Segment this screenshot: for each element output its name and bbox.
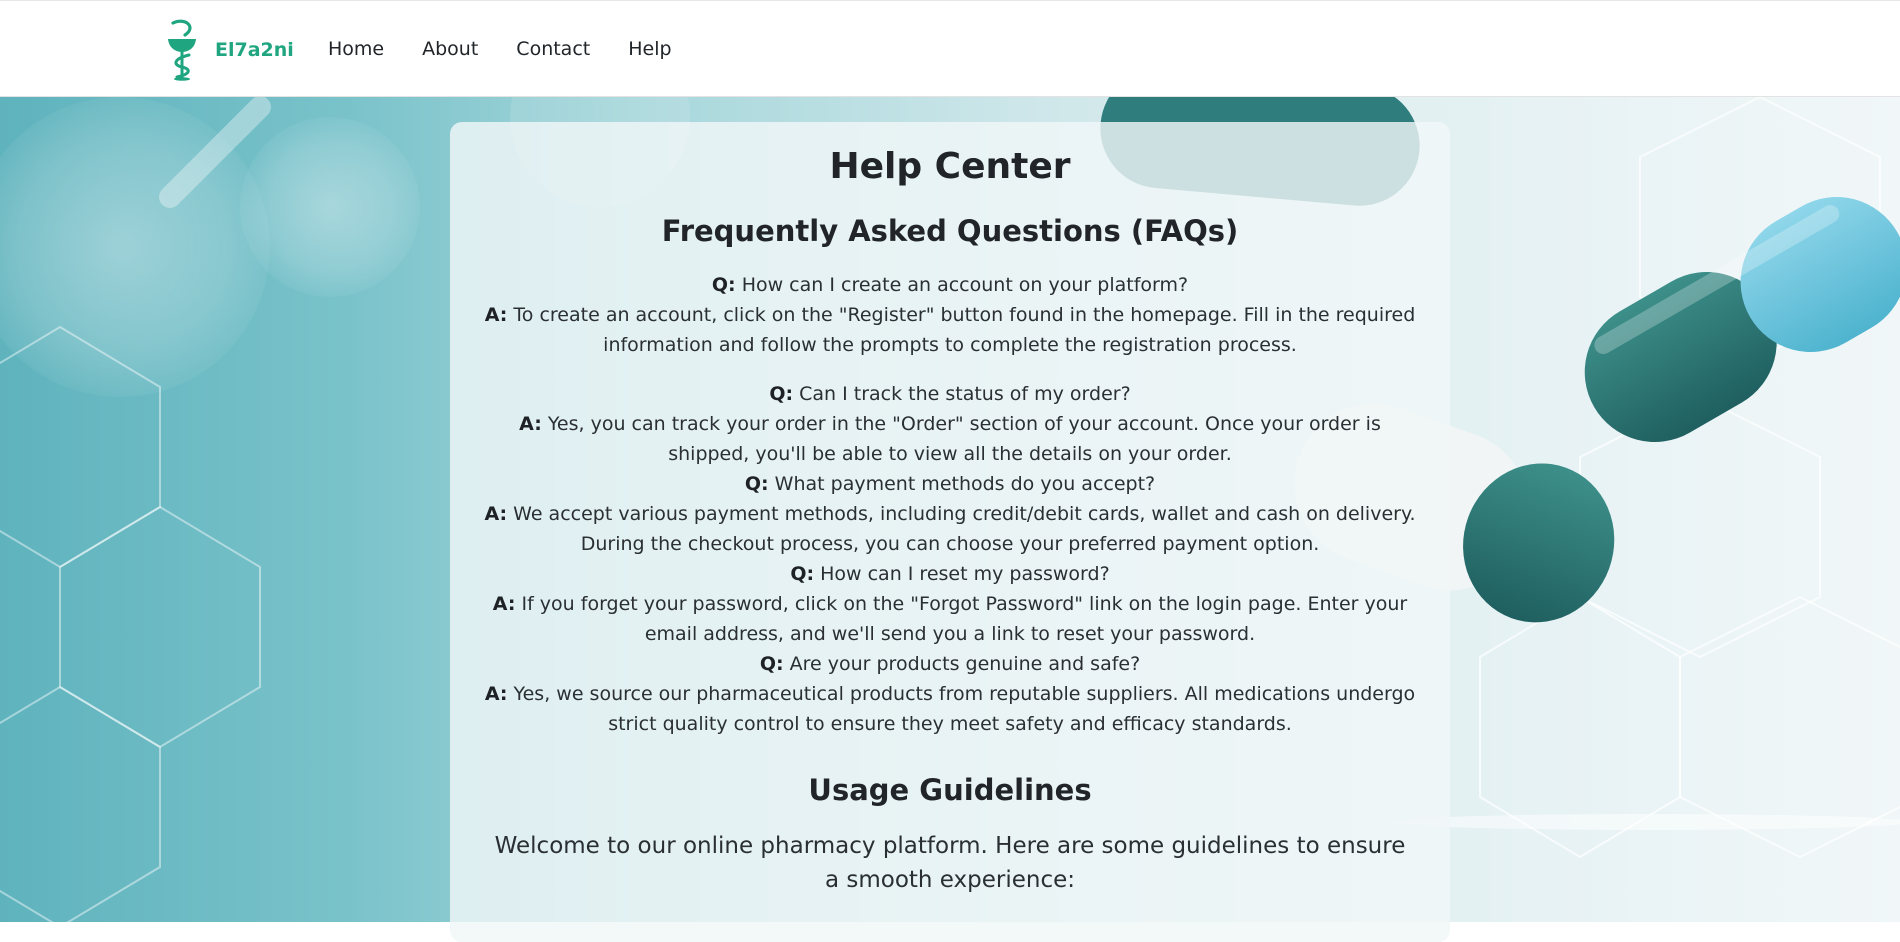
answer-label: A: <box>492 593 516 615</box>
question-text: How can I reset my password? <box>820 563 1110 585</box>
faq-item: Q: Are your products genuine and safe? A… <box>480 649 1420 739</box>
nav-links: Home About Contact Help <box>328 38 710 60</box>
faq-item: Q: Can I track the status of my order? A… <box>480 379 1420 469</box>
answer-text: If you forget your password, click on th… <box>521 593 1408 645</box>
faq-question: Q: How can I reset my password? <box>480 559 1420 589</box>
nav-help-link[interactable]: Help <box>628 38 671 60</box>
faq-item: Q: How can I reset my password? A: If yo… <box>480 559 1420 649</box>
faq-question: Q: What payment methods do you accept? <box>480 469 1420 499</box>
page-title: Help Center <box>829 146 1071 187</box>
faq-answer: A: If you forget your password, click on… <box>480 589 1420 649</box>
answer-text: Yes, we source our pharmaceutical produc… <box>513 683 1416 735</box>
faq-list: Q: How can I create an account on your p… <box>480 270 1420 739</box>
nav-about-link[interactable]: About <box>422 38 478 60</box>
faq-answer: A: We accept various payment methods, in… <box>480 499 1420 559</box>
faq-answer: A: To create an account, click on the "R… <box>480 300 1420 360</box>
faq-item: Q: How can I create an account on your p… <box>480 270 1420 360</box>
nav-contact-link[interactable]: Contact <box>516 38 590 60</box>
brand[interactable]: El7a2ni <box>163 19 294 81</box>
answer-label: A: <box>519 413 542 435</box>
question-text: How can I create an account on your plat… <box>741 274 1189 296</box>
answer-label: A: <box>484 683 508 705</box>
question-text: What payment methods do you accept? <box>774 473 1156 495</box>
top-navbar: El7a2ni Home About Contact Help <box>0 0 1900 97</box>
faq-heading: Frequently Asked Questions (FAQs) <box>661 214 1239 248</box>
brand-name[interactable]: El7a2ni <box>215 39 294 61</box>
faq-answer: A: Yes, we source our pharmaceutical pro… <box>480 679 1420 739</box>
answer-text: To create an account, click on the "Regi… <box>513 304 1416 356</box>
answer-label: A: <box>484 304 508 326</box>
help-center-panel: Help Center Frequently Asked Questions (… <box>450 122 1450 942</box>
question-label: Q: <box>711 274 736 296</box>
faq-question: Q: Are your products genuine and safe? <box>480 649 1420 679</box>
faq-item: Q: What payment methods do you accept? A… <box>480 469 1420 559</box>
answer-text: Yes, you can track your order in the "Or… <box>547 413 1381 465</box>
usage-guidelines-intro: Welcome to our online pharmacy platform.… <box>494 833 1406 893</box>
question-text: Are your products genuine and safe? <box>789 653 1141 675</box>
question-text: Can I track the status of my order? <box>799 383 1131 405</box>
faq-answer: A: Yes, you can track your order in the … <box>480 409 1420 469</box>
question-label: Q: <box>744 473 769 495</box>
faq-question: Q: How can I create an account on your p… <box>480 270 1420 300</box>
faq-question: Q: Can I track the status of my order? <box>480 379 1420 409</box>
nav-home-link[interactable]: Home <box>328 38 384 60</box>
answer-label: A: <box>484 503 508 525</box>
caduceus-bowl-icon <box>168 19 196 81</box>
answer-text: We accept various payment methods, inclu… <box>513 503 1416 555</box>
usage-guidelines-heading: Usage Guidelines <box>808 773 1092 807</box>
question-label: Q: <box>790 563 815 585</box>
question-label: Q: <box>759 653 784 675</box>
question-label: Q: <box>769 383 794 405</box>
